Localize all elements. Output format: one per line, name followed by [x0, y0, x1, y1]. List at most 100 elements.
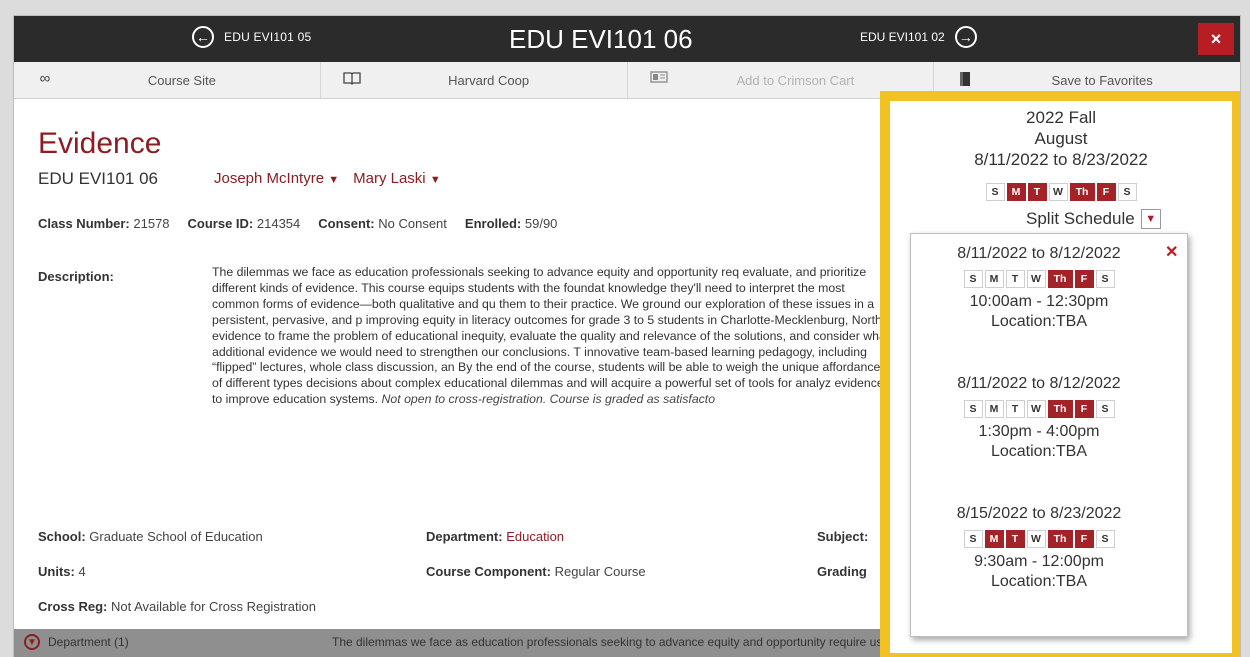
term-range: 8/11/2022 to 8/23/2022 — [974, 150, 1148, 169]
schedule-block: 8/11/2022 to 8/12/2022 S M T W Th F S 10:00am … — [911, 244, 1167, 332]
block-location: Location:TBA — [990, 443, 1088, 460]
day-badge: S — [1117, 183, 1137, 201]
day-badge: W — [1048, 183, 1068, 201]
term-name: 2022 Fall — [1026, 108, 1096, 127]
block-range: 8/11/2022 to 8/12/2022 — [957, 245, 1121, 262]
cross-registration-field: Cross Reg: Not Available for Cross Regis… — [38, 599, 316, 614]
consent: Consent: No Consent — [318, 216, 447, 231]
day-badge: S — [1095, 400, 1115, 418]
add-to-cart-label[interactable]: Add to Crimson Cart — [628, 73, 934, 88]
day-badge: S — [1095, 270, 1115, 288]
schedule-panel: 2022 Fall August 8/11/2022 to 8/23/2022 … — [880, 91, 1240, 657]
caret-down-icon[interactable]: ▼ — [430, 174, 441, 186]
previous-course-label[interactable]: EDU EVI101 05 — [224, 30, 311, 44]
meeting-days: S M T W Th F S — [911, 530, 1167, 548]
department-filter-label[interactable]: Department (1) — [48, 635, 129, 649]
meeting-days: S M T W Th F S — [911, 400, 1167, 418]
meeting-days: S M T W Th F S — [890, 183, 1232, 201]
next-course-button[interactable]: EDU EVI101 02 → — [860, 26, 977, 48]
chevron-down-circle-icon[interactable]: ▼ — [24, 634, 40, 650]
caret-down-icon[interactable]: ▼ — [1140, 209, 1161, 229]
day-badge: F — [1074, 530, 1094, 548]
block-time: 9:30am - 12:00pm — [974, 553, 1104, 570]
day-badge: T — [1005, 400, 1025, 418]
save-favorites-label[interactable]: Save to Favorites — [934, 73, 1240, 88]
instructor-name[interactable]: Joseph McIntyre — [214, 170, 324, 187]
term-month: August — [1034, 129, 1088, 148]
block-range: 8/15/2022 to 8/23/2022 — [956, 505, 1122, 522]
day-badge: Th — [1047, 530, 1073, 548]
school-field: School: Graduate School of Education — [38, 529, 263, 544]
day-badge: W — [1026, 270, 1046, 288]
harvard-coop-link[interactable]: Harvard Coop — [321, 62, 628, 98]
course-title: Evidence — [38, 127, 162, 160]
block-time: 1:30pm - 4:00pm — [978, 423, 1100, 440]
book-icon — [343, 71, 361, 87]
split-schedule-label[interactable]: Split Schedule — [1026, 209, 1135, 229]
instructor-list: Joseph McIntyre ▼ Mary Laski ▼ — [214, 170, 441, 187]
department-filter[interactable]: ▼ Department (1) — [24, 634, 129, 650]
close-button[interactable]: × — [1198, 23, 1234, 55]
schedule-block: 8/11/2022 to 8/12/2022 S M T W Th F S 1:30pm -… — [911, 374, 1167, 462]
previous-course-button[interactable]: ← EDU EVI101 05 — [192, 26, 311, 48]
day-badge: F — [1074, 270, 1094, 288]
bookmark-icon — [956, 71, 974, 87]
grading-field: Grading — [817, 564, 867, 579]
description-note: Not open to cross-registration. Course i… — [381, 392, 716, 407]
description-label: Description: — [38, 269, 114, 284]
day-badge: T — [1005, 270, 1025, 288]
day-badge: F — [1074, 400, 1094, 418]
day-badge: S — [963, 530, 983, 548]
modal-title: EDU EVI101 06 — [509, 24, 693, 54]
day-badge: Th — [1047, 270, 1073, 288]
day-badge: W — [1026, 400, 1046, 418]
day-badge: M — [984, 270, 1004, 288]
cart-icon — [649, 71, 668, 87]
units-field: Units: 4 — [38, 564, 86, 579]
day-badge: S — [963, 270, 983, 288]
block-time: 10:00am - 12:30pm — [969, 293, 1109, 310]
course-navigation-bar: ← EDU EVI101 05 EDU EVI101 06 EDU EVI101… — [14, 16, 1240, 62]
day-badge: Th — [1069, 183, 1095, 201]
block-location: Location:TBA — [990, 573, 1088, 590]
arrow-left-circle-icon[interactable]: ← — [192, 26, 214, 48]
harvard-coop-label[interactable]: Harvard Coop — [321, 73, 627, 88]
close-icon[interactable]: ✕ — [1165, 242, 1178, 262]
description-text: The dilemmas we face as education profes… — [212, 265, 890, 407]
course-id: Course ID: 214354 — [187, 216, 301, 231]
block-range: 8/11/2022 to 8/12/2022 — [957, 375, 1121, 392]
subject-field: Subject: — [817, 529, 869, 544]
day-badge: Th — [1047, 400, 1073, 418]
term-days: S M T W Th F S — [890, 183, 1232, 201]
day-badge: M — [1006, 183, 1026, 201]
term-info: 2022 Fall August 8/11/2022 to 8/23/2022 — [890, 107, 1232, 170]
enrollment: Enrolled: 59/90 — [464, 216, 558, 231]
split-schedule-popup: ✕ 8/11/2022 to 8/12/2022 S M T W Th F S 10:00a… — [910, 233, 1188, 637]
class-number: Class Number: 21578 — [38, 216, 170, 231]
instructor-dropdown[interactable]: Joseph McIntyre ▼ — [214, 170, 339, 187]
course-site-link[interactable]: ∞ Course Site — [14, 62, 321, 98]
day-badge: M — [984, 530, 1004, 548]
course-modal: ← EDU EVI101 05 EDU EVI101 06 EDU EVI101… — [14, 16, 1240, 657]
day-badge: S — [1095, 530, 1115, 548]
day-badge: T — [1005, 530, 1025, 548]
caret-down-icon[interactable]: ▼ — [328, 174, 339, 186]
day-badge: M — [984, 400, 1004, 418]
schedule-block: 8/15/2022 to 8/23/2022 S M T W Th F S 9:30am -… — [911, 504, 1167, 592]
day-badge: W — [1026, 530, 1046, 548]
day-badge: T — [1027, 183, 1047, 201]
day-badge: S — [963, 400, 983, 418]
day-badge: S — [985, 183, 1005, 201]
meeting-days: S M T W Th F S — [911, 270, 1167, 288]
arrow-right-circle-icon[interactable]: → — [954, 26, 977, 48]
department-field: Department: Education — [426, 529, 565, 544]
split-schedule-toggle[interactable]: Split Schedule ▼ — [1026, 209, 1161, 229]
course-code: EDU EVI101 06 — [38, 169, 159, 188]
course-info-line: Class Number: 21578 Course ID: 214354 Co… — [38, 216, 557, 231]
link-icon: ∞ — [39, 70, 51, 87]
instructor-name[interactable]: Mary Laski — [353, 170, 426, 187]
instructor-dropdown[interactable]: Mary Laski ▼ — [353, 170, 441, 187]
course-site-label[interactable]: Course Site — [14, 73, 320, 88]
component-field: Course Component: Regular Course — [426, 564, 646, 579]
next-course-label[interactable]: EDU EVI101 02 — [860, 30, 945, 44]
